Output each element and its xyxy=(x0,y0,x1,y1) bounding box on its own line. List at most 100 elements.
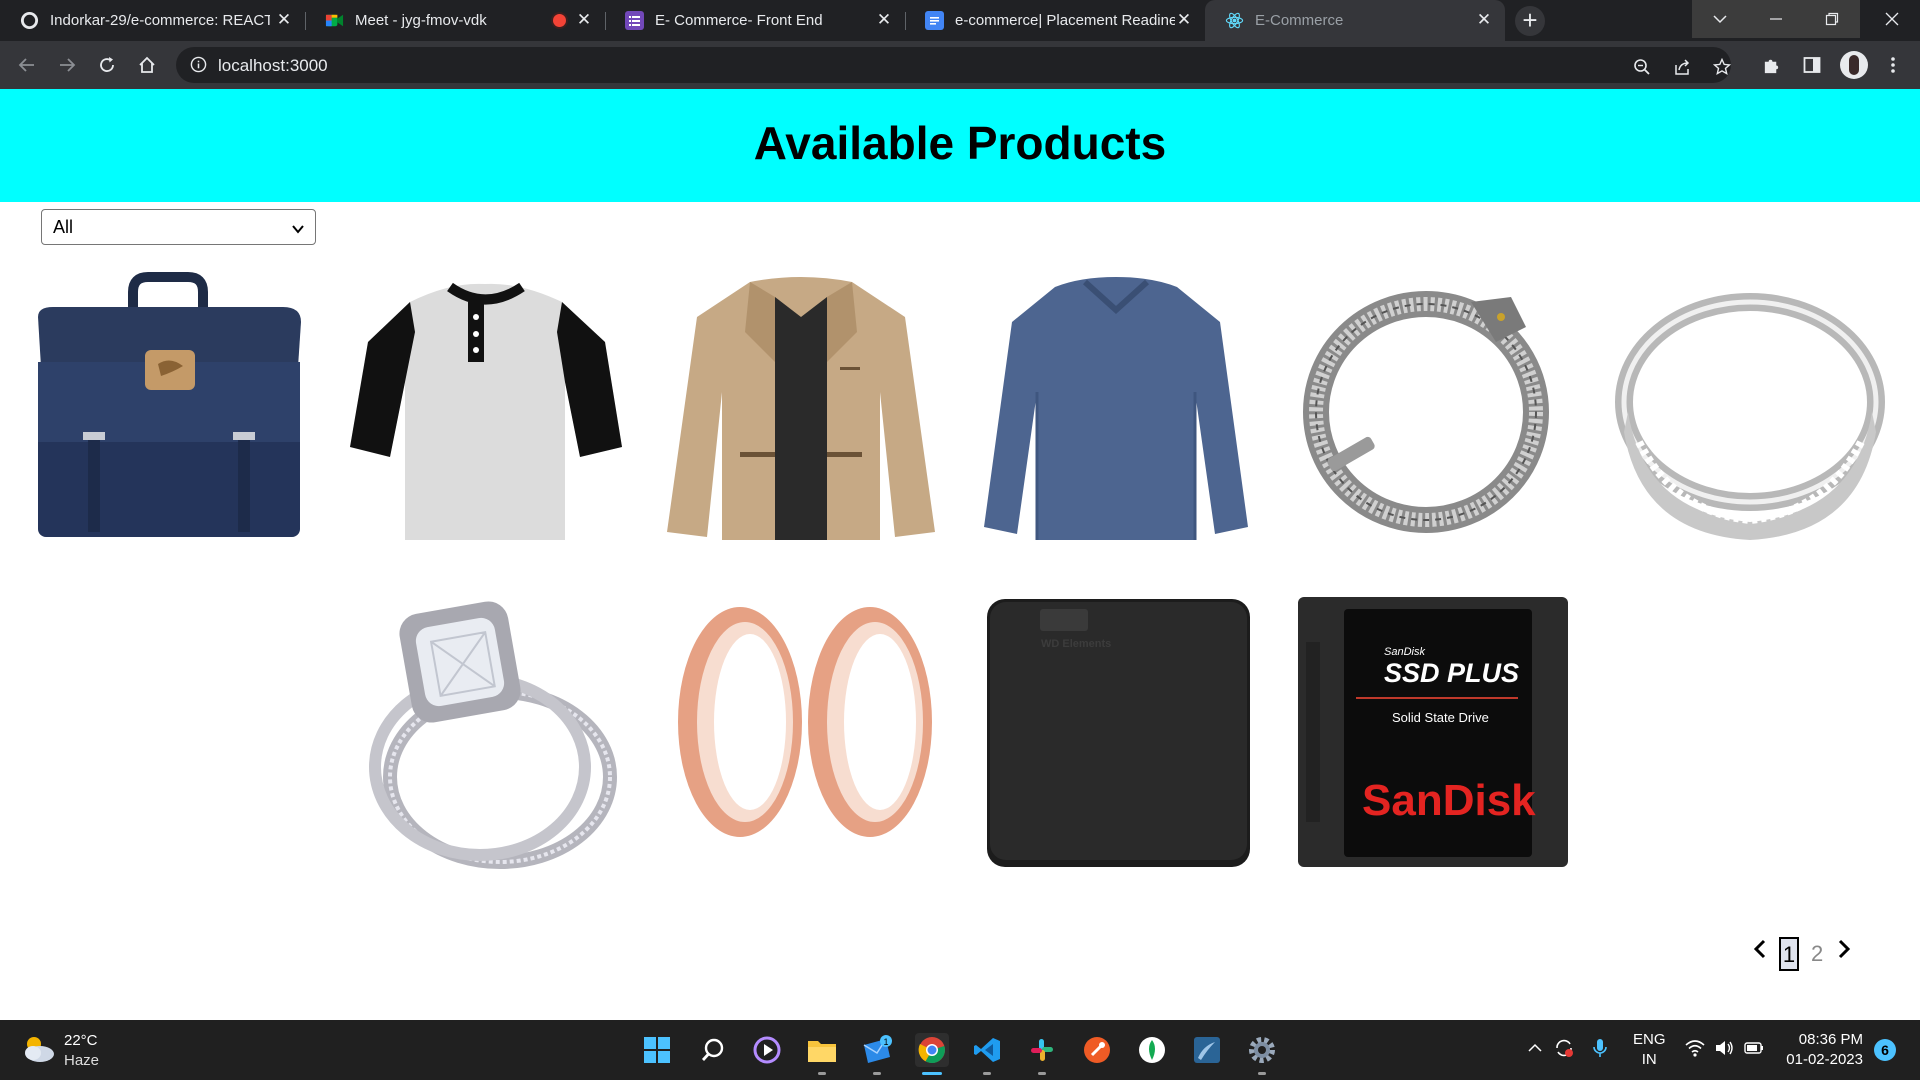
next-page-button[interactable] xyxy=(1834,937,1854,961)
running-indicator xyxy=(1038,1072,1046,1075)
tab-title: e-commerce| Placement Readine xyxy=(955,12,1175,29)
search-button[interactable] xyxy=(696,1033,730,1067)
address-bar[interactable]: localhost:3000 xyxy=(176,47,1731,83)
tab-forms[interactable]: E- Commerce- Front End ✕ xyxy=(605,0,905,41)
product-card-engagement-ring[interactable] xyxy=(350,597,622,869)
tab-github[interactable]: Indorkar-29/e-commerce: REACT ✕ xyxy=(0,0,305,41)
hdd-label: WD Elements xyxy=(1041,638,1111,650)
kebab-menu-icon[interactable] xyxy=(1881,53,1905,77)
mysql-workbench-icon xyxy=(1194,1037,1220,1063)
mail-button[interactable]: 1 xyxy=(860,1033,894,1067)
react-icon xyxy=(1225,11,1244,30)
category-select[interactable]: All xyxy=(41,209,316,245)
tab-ecommerce-active[interactable]: E-Commerce ✕ xyxy=(1205,0,1505,41)
weather-condition: Haze xyxy=(64,1052,100,1069)
home-button[interactable] xyxy=(132,50,162,80)
product-card-long-sleeve-shirt[interactable] xyxy=(980,272,1252,544)
vscode-button[interactable] xyxy=(970,1033,1004,1067)
language-indicator[interactable]: ENG IN xyxy=(1633,1030,1666,1070)
settings-button[interactable] xyxy=(1245,1033,1279,1067)
chevron-down-icon xyxy=(1713,15,1727,24)
close-tab-icon[interactable]: ✕ xyxy=(275,11,293,29)
tab-search-button[interactable] xyxy=(1692,0,1748,38)
close-tab-icon[interactable]: ✕ xyxy=(875,11,893,29)
product-card-wd-external-drive[interactable]: WD Elements xyxy=(980,597,1252,869)
mysql-workbench-button[interactable] xyxy=(1190,1033,1224,1067)
mail-icon: 1 xyxy=(863,1035,892,1063)
slack-button[interactable] xyxy=(1025,1033,1059,1067)
weather-widget[interactable]: 22°C Haze xyxy=(20,1032,99,1071)
product-card-dragon-bracelet[interactable] xyxy=(1296,272,1568,544)
jacket-image xyxy=(667,277,935,540)
restore-button[interactable] xyxy=(1804,0,1860,38)
notifications-badge[interactable]: 6 xyxy=(1874,1039,1896,1061)
close-window-button[interactable] xyxy=(1864,0,1920,38)
ssd-brand-small: SanDisk xyxy=(1384,646,1425,658)
close-icon xyxy=(1885,12,1899,26)
side-panel-icon[interactable] xyxy=(1800,53,1824,77)
hard-drive-image: WD Elements xyxy=(987,599,1250,867)
mail-badge: 1 xyxy=(883,1037,888,1047)
close-tab-icon[interactable]: ✕ xyxy=(575,11,593,29)
share-icon[interactable] xyxy=(1671,56,1693,78)
slack-icon xyxy=(1031,1039,1053,1061)
battery-charging-icon[interactable] xyxy=(1743,1037,1765,1059)
zoom-icon[interactable] xyxy=(1631,56,1653,78)
profile-avatar[interactable] xyxy=(1840,51,1868,79)
bracelet-image xyxy=(1303,291,1549,533)
tab-meet[interactable]: Meet - jyg-fmov-vdk ✕ xyxy=(305,0,605,41)
clock[interactable]: 08:36 PM 01-02-2023 xyxy=(1783,1030,1863,1070)
sync-icon[interactable] xyxy=(1553,1037,1575,1059)
product-card-sandisk-ssd[interactable]: SanDisk SSD PLUS Solid State Drive SanDi… xyxy=(1296,597,1568,869)
page-1-button[interactable]: 1 xyxy=(1779,937,1799,971)
page-header: Available Products xyxy=(0,89,1920,202)
google-docs-icon xyxy=(925,11,944,30)
reload-button[interactable] xyxy=(92,50,122,80)
bookmark-star-icon[interactable] xyxy=(1711,56,1733,78)
forward-button[interactable] xyxy=(52,50,82,80)
show-hidden-icons-chevron-up-icon[interactable] xyxy=(1524,1037,1546,1059)
product-card-rose-gold-plugs[interactable] xyxy=(665,597,937,869)
tab-title: E-Commerce xyxy=(1255,12,1344,29)
mongodb-compass-button[interactable] xyxy=(1135,1033,1169,1067)
gear-icon xyxy=(1249,1037,1275,1063)
close-tab-icon[interactable]: ✕ xyxy=(1175,11,1193,29)
language-region: IN xyxy=(1641,1051,1657,1068)
file-explorer-button[interactable] xyxy=(805,1033,839,1067)
google-forms-icon xyxy=(625,11,644,30)
minimize-button[interactable] xyxy=(1748,0,1804,38)
windows-taskbar: 22°C Haze 1 ENG IN 08:36 PM 01-02-2023 6 xyxy=(0,1020,1920,1080)
new-tab-button[interactable]: + xyxy=(1515,6,1545,36)
postman-button[interactable] xyxy=(1080,1033,1114,1067)
weather-temperature: 22°C xyxy=(64,1032,98,1049)
reload-icon xyxy=(100,57,114,72)
close-tab-icon[interactable]: ✕ xyxy=(1475,11,1493,29)
ssd-subtitle: Solid State Drive xyxy=(1392,710,1489,725)
product-card-henley-tshirt[interactable] xyxy=(350,272,622,544)
extensions-puzzle-icon[interactable] xyxy=(1759,53,1783,77)
chrome-button[interactable] xyxy=(915,1033,949,1067)
product-card-silver-ring[interactable] xyxy=(1614,272,1886,544)
back-button[interactable] xyxy=(12,50,42,80)
tab-title: E- Commerce- Front End xyxy=(655,12,823,29)
clock-date: 01-02-2023 xyxy=(1786,1051,1863,1068)
diamond-ring-image xyxy=(369,601,617,869)
media-player-button[interactable] xyxy=(750,1033,784,1067)
product-card-jacket[interactable] xyxy=(665,272,937,544)
tab-docs[interactable]: e-commerce| Placement Readine ✕ xyxy=(905,0,1205,41)
running-indicator xyxy=(818,1072,826,1075)
wifi-icon[interactable] xyxy=(1684,1037,1706,1059)
start-button[interactable] xyxy=(640,1033,674,1067)
shirt-image xyxy=(984,277,1248,540)
page-2-button[interactable]: 2 xyxy=(1811,941,1823,967)
site-info-icon[interactable] xyxy=(190,56,207,78)
home-icon xyxy=(139,56,155,73)
browser-toolbar: localhost:3000 xyxy=(0,41,1920,89)
volume-icon[interactable] xyxy=(1713,1037,1735,1059)
language-code: ENG xyxy=(1633,1031,1666,1048)
product-card-backpack[interactable] xyxy=(33,272,305,544)
previous-page-button[interactable] xyxy=(1750,937,1770,961)
ring-image xyxy=(1615,293,1885,540)
page-title: Available Products xyxy=(753,116,1167,169)
microphone-icon[interactable] xyxy=(1589,1037,1611,1059)
